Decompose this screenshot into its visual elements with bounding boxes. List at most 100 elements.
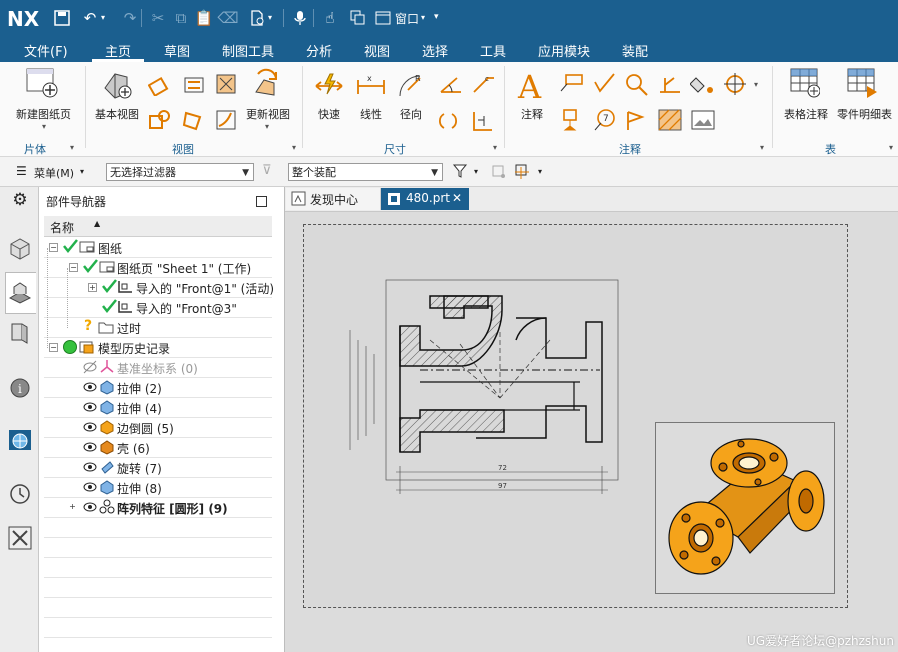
tree-row-edge-blend-5[interactable]: 边倒圆 (5) [44, 417, 272, 438]
window-menu[interactable]: 窗口 [395, 10, 419, 27]
collapse-icon[interactable]: − [69, 263, 78, 272]
surface-finish-icon[interactable] [592, 72, 618, 97]
base-view-label[interactable]: 基本视图 [95, 106, 139, 122]
tree-row-extrude-4[interactable]: 拉伸 (4) [44, 397, 272, 418]
tree-row-drawing[interactable]: − 图纸 [44, 237, 272, 258]
close-icon[interactable]: ✕ [452, 191, 462, 205]
selection-scope-select[interactable]: 整个装配 ▼ [288, 163, 443, 181]
gear-icon[interactable]: ⚙ [8, 190, 32, 214]
hamburger-icon[interactable]: ☰ [16, 164, 27, 178]
parts-list-icon[interactable] [847, 68, 879, 101]
snap-point-icon[interactable] [490, 163, 506, 182]
id-symbol-icon[interactable]: 7 [592, 108, 618, 135]
datum-feature-icon[interactable] [560, 108, 582, 135]
parts-list-label[interactable]: 零件明细表 [837, 106, 892, 122]
break-out-section-icon[interactable] [214, 108, 238, 135]
tree-row-extrude-8[interactable]: 拉伸 (8) [44, 477, 272, 498]
update-view-label[interactable]: 更新视图 [246, 106, 290, 122]
menu-home[interactable]: 主页 [105, 41, 131, 60]
new-doc-dropdown-icon[interactable]: ▾ [268, 13, 272, 22]
new-sheet-dropdown-icon[interactable]: ▾ [42, 122, 46, 131]
assembly-navigator-icon[interactable] [8, 236, 32, 260]
group-sheet-expand-icon[interactable]: ▾ [70, 143, 74, 152]
copy-icon[interactable]: ⧉ [171, 8, 191, 28]
target-point-icon[interactable] [624, 108, 650, 135]
feature-control-frame-icon[interactable] [558, 72, 584, 97]
new-doc-icon[interactable] [247, 8, 267, 28]
switch-window-icon[interactable] [348, 8, 368, 28]
section-view-icon[interactable] [182, 72, 206, 99]
tree-row-shell-6[interactable]: 壳 (6) [44, 437, 272, 458]
base-view-icon[interactable] [102, 68, 132, 103]
center-mark-icon[interactable] [722, 72, 748, 99]
tree-row-revolve-7[interactable]: 旋转 (7) [44, 457, 272, 478]
menu-tools[interactable]: 工具 [480, 41, 506, 60]
hatch-icon[interactable] [657, 108, 683, 135]
chamfer-dimension-icon[interactable]: c [470, 72, 496, 99]
weld-symbol-icon[interactable] [657, 72, 683, 99]
undo-icon[interactable]: ↶ [80, 8, 100, 28]
note-label[interactable]: 注释 [521, 106, 543, 122]
tree-row-model-history[interactable]: − 模型历史记录 [44, 337, 272, 358]
web-browser-icon[interactable] [8, 428, 32, 452]
tree-row-sheet[interactable]: − 图纸页 "Sheet 1" (工作) [44, 257, 272, 278]
menu-view[interactable]: 视图 [364, 41, 390, 60]
menu-sketch[interactable]: 草图 [164, 41, 190, 60]
cut-icon[interactable]: ✂ [148, 8, 168, 28]
image-icon[interactable] [690, 108, 716, 135]
menu-drafting-tools[interactable]: 制图工具 [222, 41, 274, 60]
new-sheet-icon[interactable] [26, 68, 60, 103]
update-view-dropdown-icon[interactable]: ▾ [265, 122, 269, 131]
general-selection-icon[interactable] [452, 163, 468, 182]
type-filter-select[interactable]: 无选择过滤器 ▼ [106, 163, 254, 181]
history-icon[interactable] [8, 482, 32, 506]
menu-select[interactable]: 选择 [422, 41, 448, 60]
tree-row-pattern-9[interactable]: + 阵列特征 [圆形] (9) [44, 497, 272, 518]
touch-mode-icon[interactable]: ☝ [320, 8, 340, 28]
maximize-icon[interactable] [256, 196, 267, 207]
tab-discovery-center[interactable]: 发现中心 [286, 188, 381, 210]
view-creation-icon[interactable] [148, 108, 172, 135]
microphone-icon[interactable] [290, 8, 310, 28]
menu-file[interactable]: 文件(F) [24, 41, 68, 60]
menu-assembly[interactable]: 装配 [622, 41, 648, 60]
projected-view-icon[interactable] [147, 72, 172, 99]
save-icon[interactable] [52, 8, 72, 28]
group-dimension-expand-icon[interactable]: ▾ [493, 143, 497, 152]
radial-label[interactable]: 径向 [400, 106, 422, 122]
collapse-icon[interactable]: − [49, 243, 58, 252]
fill-icon[interactable] [689, 72, 716, 99]
group-annotation-expand-icon[interactable]: ▾ [760, 143, 764, 152]
tree-row-view-front1[interactable]: + 导入的 "Front@1" (活动) [44, 277, 274, 298]
tab-480-prt[interactable]: 480.prt ✕ [381, 188, 469, 210]
magnify-icon[interactable] [624, 72, 650, 99]
column-header-name[interactable]: 名称 ▲ [44, 216, 272, 237]
table-note-icon[interactable] [790, 68, 821, 101]
note-icon[interactable]: A [518, 68, 541, 106]
customize-dropdown-icon[interactable]: ▾ [434, 12, 439, 22]
part-navigator-icon[interactable] [8, 280, 32, 304]
window-menu-dropdown-icon[interactable]: ▾ [421, 13, 425, 22]
group-view-expand-icon[interactable]: ▾ [292, 143, 296, 152]
angular-dimension-icon[interactable] [438, 72, 464, 99]
general-selection-dropdown-icon[interactable]: ▾ [474, 167, 478, 176]
quick-pick-icon[interactable] [514, 163, 532, 182]
rapid-dimension-icon[interactable] [314, 72, 344, 101]
update-view-icon[interactable] [252, 68, 282, 103]
tree-row-out-of-date[interactable]: ? 过时 [44, 317, 272, 338]
redo-icon[interactable]: ↷ [120, 8, 140, 28]
collapse-icon[interactable]: − [49, 343, 58, 352]
paste-icon[interactable]: 📋 [194, 8, 214, 28]
system-tools-icon[interactable] [8, 526, 32, 550]
tree-row-datum-csys[interactable]: 基准坐标系 (0) [44, 357, 272, 378]
delete-icon[interactable]: ⌫ [217, 8, 238, 28]
expand-icon[interactable]: + [88, 283, 97, 292]
table-note-label[interactable]: 表格注释 [784, 106, 828, 122]
break-view-icon[interactable] [182, 108, 206, 135]
linear-label[interactable]: 线性 [360, 106, 382, 122]
isometric-view[interactable] [655, 422, 835, 594]
expand-icon[interactable]: + [69, 503, 76, 511]
thickness-dimension-icon[interactable] [438, 108, 464, 135]
front-view-section[interactable]: 72 97 [330, 270, 630, 503]
group-table-expand-icon[interactable]: ▾ [889, 143, 893, 152]
